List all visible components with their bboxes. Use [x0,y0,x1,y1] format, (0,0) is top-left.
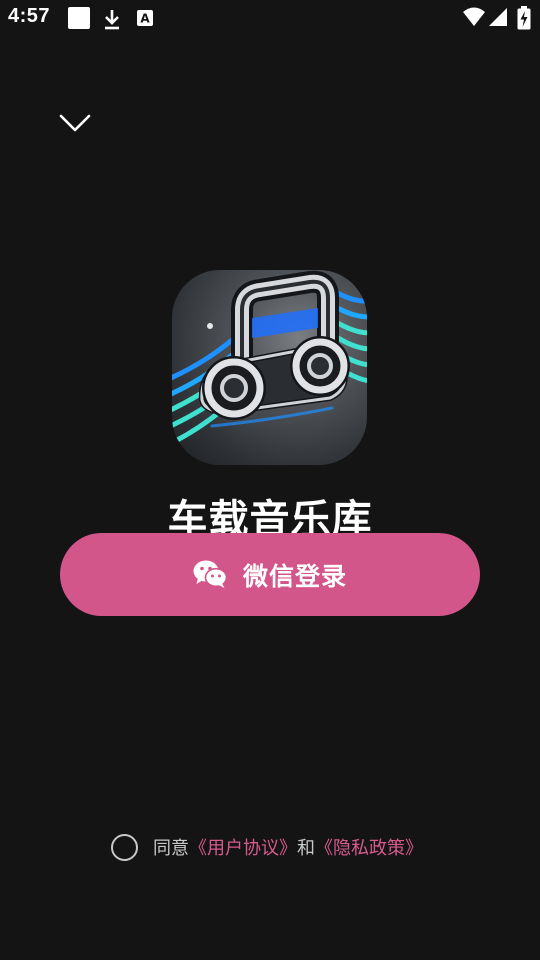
wechat-icon [193,560,227,588]
wechat-login-label: 微信登录 [242,561,347,591]
privacy-policy-link[interactable]: 《隐私政策》 [315,838,423,859]
app-logo [172,270,367,465]
download-icon [101,7,123,35]
agreement-conjunction: 和 [297,838,315,859]
collapse-button[interactable] [56,108,94,138]
svg-text:A: A [140,12,150,26]
signal-icon [488,7,508,31]
agreement-text: 同意《用户协议》和《隐私政策》 [153,834,423,860]
agreement-row: 同意《用户协议》和《隐私政策》 [111,831,423,863]
music-note-car-logo [172,270,367,446]
status-bar: 4:57 A [0,0,540,36]
agreement-prefix: 同意 [153,838,189,859]
agree-checkbox[interactable] [111,833,138,861]
user-agreement-link[interactable]: 《用户协议》 [189,838,297,859]
keyboard-a-icon: A [136,9,154,31]
wifi-icon [462,7,486,31]
status-time: 4:57 [8,5,51,27]
wechat-login-button[interactable]: 微信登录 [60,533,480,616]
chevron-down-icon [59,114,91,132]
battery-charging-icon [517,6,531,34]
notification-square-icon [68,7,90,29]
